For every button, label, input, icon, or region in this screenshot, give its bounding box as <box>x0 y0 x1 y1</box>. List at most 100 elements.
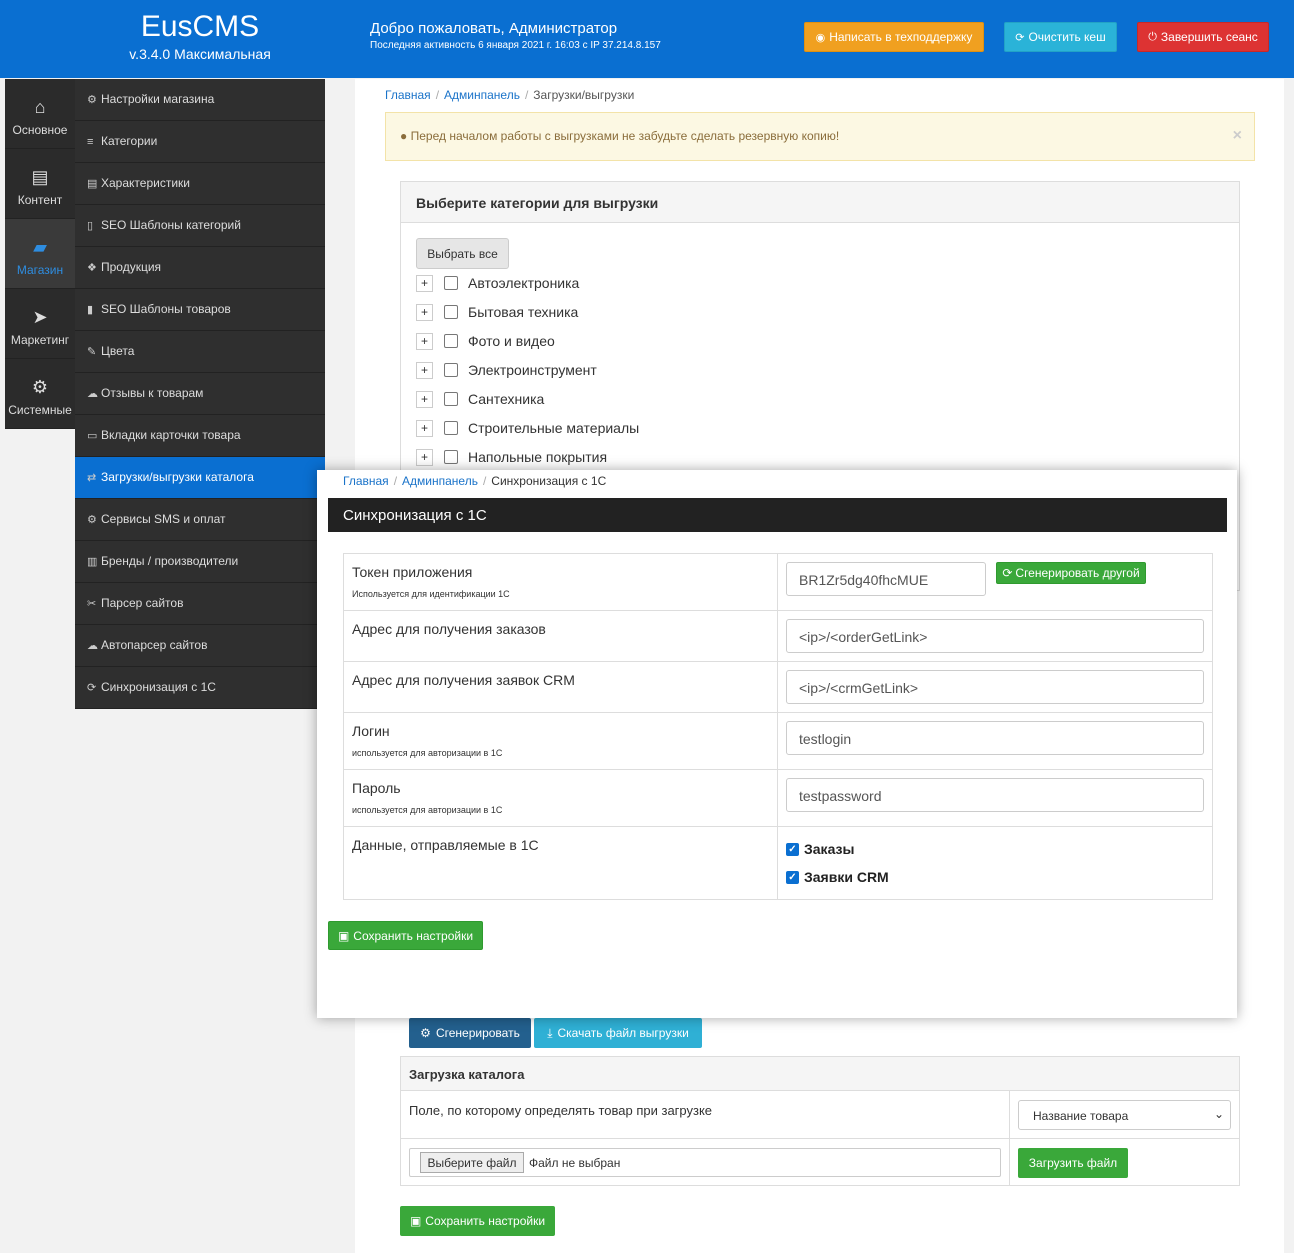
menu-characteristics[interactable]: ▤ Характеристики <box>75 163 325 205</box>
regenerate-token-button[interactable]: ⟳ Сгенерировать другой <box>996 562 1146 584</box>
menu-products[interactable]: ❖ Продукция <box>75 247 325 289</box>
logout-button[interactable]: ⏻ Завершить сеанс <box>1137 22 1269 52</box>
generate-label: Сгенерировать <box>435 1026 520 1040</box>
menu-reviews[interactable]: ☁ Отзывы к товарам <box>75 373 325 415</box>
backup-alert: ● Перед началом работы с выгрузками не з… <box>385 112 1255 161</box>
breadcrumb-admin[interactable]: Админпанель <box>402 474 478 488</box>
crm-url-input[interactable]: <ip>/<crmGetLink> <box>786 670 1204 704</box>
sync-settings-table: Токен приложения Используется для иденти… <box>343 553 1213 900</box>
expand-button[interactable]: + <box>416 448 433 466</box>
sync-title: Синхронизация с 1С <box>328 498 1227 532</box>
save-settings-button[interactable]: ▣ Сохранить настройки <box>400 1206 555 1236</box>
crm-checkbox-row[interactable]: ✓ Заявки CRM <box>786 863 1204 891</box>
category-item: + Автоэлектроника <box>416 273 579 293</box>
menu-seo-categories[interactable]: ▯ SEO Шаблоны категорий <box>75 205 325 247</box>
welcome-block: Добро пожаловать, Администратор Последня… <box>370 20 661 51</box>
expand-button[interactable]: + <box>416 274 433 292</box>
menu-sms-payments[interactable]: ⚙ Сервисы SMS и оплат <box>75 499 325 541</box>
breadcrumb: Главная / Админпанель / Загрузки/выгрузки <box>385 88 634 102</box>
brush-icon: ✎ <box>87 346 97 358</box>
sync-save-button[interactable]: ▣ Сохранить настройки <box>328 921 483 950</box>
home-icon: ⌂ <box>34 97 46 117</box>
orders-label: Адрес для получения заказов <box>352 621 546 637</box>
password-input[interactable]: testpassword <box>786 778 1204 812</box>
section-system[interactable]: ⚙ Системные <box>5 359 75 429</box>
checkbox-checked-icon[interactable]: ✓ <box>786 842 799 856</box>
close-icon[interactable]: × <box>1233 127 1242 145</box>
menu-import-export[interactable]: ⇄ Загрузки/выгрузки каталога <box>75 457 325 499</box>
orders-checkbox-row[interactable]: ✓ Заказы <box>786 835 1204 863</box>
category-checkbox[interactable] <box>444 305 458 319</box>
section-marketing[interactable]: ➤ Маркетинг <box>5 289 75 359</box>
menu-autoparser[interactable]: ☁ Автопарсер сайтов <box>75 625 325 667</box>
menu-site-parser[interactable]: ✂ Парсер сайтов <box>75 583 325 625</box>
category-checkbox[interactable] <box>444 363 458 377</box>
menu-seo-products[interactable]: ▮ SEO Шаблоны товаров <box>75 289 325 331</box>
download-label: Скачать файл выгрузки <box>557 1026 689 1040</box>
breadcrumb-home[interactable]: Главная <box>343 474 389 488</box>
menu-label: Характеристики <box>101 176 190 190</box>
menu-colors[interactable]: ✎ Цвета <box>75 331 325 373</box>
checkbox-checked-icon[interactable]: ✓ <box>786 870 799 884</box>
expand-button[interactable]: + <box>416 419 433 437</box>
section-content[interactable]: ▤ Контент <box>5 149 75 219</box>
expand-button[interactable]: + <box>416 361 433 379</box>
menu-sync-1c[interactable]: ⟳ Синхронизация с 1С <box>75 667 325 709</box>
orders-row: Адрес для получения заказов <ip>/<orderG… <box>343 610 1213 662</box>
category-checkbox[interactable] <box>444 450 458 464</box>
clear-cache-button[interactable]: ⟳ Очистить кеш <box>1004 22 1117 52</box>
menu-brands[interactable]: ▥ Бренды / производители <box>75 541 325 583</box>
export-panel-title: Выберите категории для выгрузки <box>401 182 1239 223</box>
support-button[interactable]: ◉ Написать в техподдержку <box>804 22 984 52</box>
crm-row: Адрес для получения заявок CRM <ip>/<crm… <box>343 661 1213 713</box>
expand-button[interactable]: + <box>416 390 433 408</box>
download-export-button[interactable]: ⤓ Скачать файл выгрузки <box>534 1018 702 1048</box>
section-shop[interactable]: ▰ Магазин <box>5 219 75 289</box>
expand-button[interactable]: + <box>416 303 433 321</box>
token-input[interactable]: BR1Zr5dg40fhcMUE <box>786 562 986 596</box>
chevron-down-icon: ⌄ <box>1213 1107 1224 1121</box>
category-checkbox[interactable] <box>444 421 458 435</box>
login-input[interactable]: testlogin <box>786 721 1204 755</box>
top-header: EusCMS v.3.4.0 Максимальная Добро пожало… <box>0 0 1294 78</box>
breadcrumb-separator: / <box>393 474 398 488</box>
menu-label: Цвета <box>101 344 135 358</box>
token-label-cell: Токен приложения Используется для иденти… <box>343 553 778 611</box>
crm-value-cell: <ip>/<crmGetLink> <box>777 661 1213 713</box>
floppy-icon: ▣ <box>337 928 350 943</box>
generate-button[interactable]: ⚙ Сгенерировать <box>409 1018 531 1048</box>
category-checkbox[interactable] <box>444 392 458 406</box>
expand-button[interactable]: + <box>416 332 433 350</box>
select-all-button[interactable]: Выбрать все <box>416 238 509 269</box>
menu-label: Категории <box>101 134 158 148</box>
menu-shop-settings[interactable]: ⚙ Настройки магазина <box>75 79 325 121</box>
import-field-label: Поле, по которому определять товар при з… <box>409 1103 713 1118</box>
logo[interactable]: EusCMS v.3.4.0 Максимальная <box>0 0 400 62</box>
menu-categories[interactable]: ≡ Категории <box>75 121 325 163</box>
upload-file-button[interactable]: Загрузить файл <box>1018 1148 1128 1178</box>
app-version: v.3.4.0 Максимальная <box>129 46 271 62</box>
file-input[interactable]: Выберите файл Файл не выбран <box>409 1148 1001 1177</box>
welcome-text: Добро пожаловать, Администратор <box>370 20 618 37</box>
power-icon: ⏻ <box>1148 30 1157 43</box>
breadcrumb-separator: / <box>524 88 529 102</box>
window-icon: ▭ <box>87 430 98 442</box>
refresh-icon: ⟳ <box>1015 31 1025 44</box>
menu-product-tabs[interactable]: ▭ Вкладки карточки товара <box>75 415 325 457</box>
breadcrumb-admin[interactable]: Админпанель <box>444 88 520 102</box>
match-field-select[interactable]: Название товара ⌄ <box>1018 1100 1231 1130</box>
crm-checkbox-label: Заявки CRM <box>804 869 889 885</box>
data-label-cell: Данные, отправляемые в 1С <box>343 826 778 900</box>
choose-file-button[interactable]: Выберите файл <box>420 1152 524 1173</box>
exchange-icon: ⇄ <box>87 472 97 484</box>
list-alt-icon: ▤ <box>87 178 98 190</box>
breadcrumb-home[interactable]: Главная <box>385 88 431 102</box>
category-checkbox[interactable] <box>444 334 458 348</box>
category-checkbox[interactable] <box>444 276 458 290</box>
lifebuoy-icon: ◉ <box>815 31 826 44</box>
save-settings-label: Сохранить настройки <box>425 1214 546 1228</box>
category-item: + Бытовая техника <box>416 302 578 322</box>
section-label: Основное <box>12 123 68 137</box>
orders-url-input[interactable]: <ip>/<orderGetLink> <box>786 619 1204 653</box>
section-main[interactable]: ⌂ Основное <box>5 79 75 149</box>
